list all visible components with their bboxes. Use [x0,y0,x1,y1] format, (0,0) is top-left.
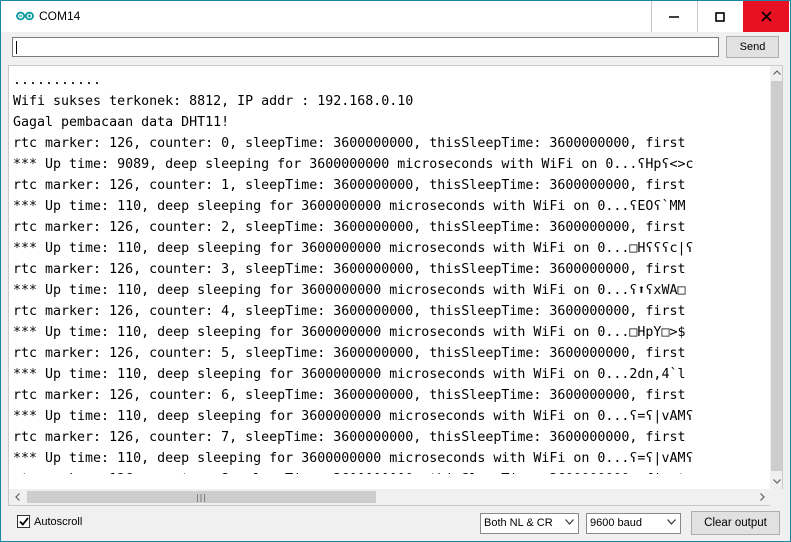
output-line: *** Up time: 9089, deep sleeping for 360… [13,157,694,172]
output-line: rtc marker: 126, counter: 0, sleepTime: … [13,136,686,151]
send-input[interactable] [12,37,719,57]
minimize-button[interactable] [651,1,697,32]
send-row: Send [1,32,790,64]
bottom-toolbar: Autoscroll Both NL & CR 9600 baud Clear … [1,507,790,541]
chevron-down-icon [667,519,676,525]
output-line: rtc marker: 126, counter: 7, sleepTime: … [13,430,686,445]
line-ending-value: Both NL & CR [484,517,553,529]
send-button[interactable]: Send [726,36,779,58]
autoscroll-label: Autoscroll [34,515,83,528]
autoscroll-checkbox[interactable] [17,515,30,528]
maximize-icon [715,11,725,22]
output-line: *** Up time: 110, deep sleeping for 3600… [13,409,694,424]
output-line: Gagal pembacaan data DHT11! [13,115,230,130]
scroll-up-icon[interactable] [770,66,782,79]
output-line: *** Up time: 110, deep sleeping for 3600… [13,451,694,466]
serial-output-text: ........... Wifi sukses terkonek: 8812, I… [13,70,768,474]
output-line: *** Up time: 110, deep sleeping for 3600… [13,367,686,382]
checkmark-icon [18,517,29,526]
output-line: Wifi sukses terkonek: 8812, IP addr : 19… [13,94,414,109]
vertical-scroll-thumb[interactable] [771,81,782,471]
arduino-logo-icon [16,11,34,21]
text-caret [16,41,17,54]
output-line: rtc marker: 126, counter: 5, sleepTime: … [13,346,686,361]
output-line: rtc marker: 126, counter: 3, sleepTime: … [13,262,686,277]
output-line: ........... [13,73,102,88]
title-bar: COM14 [1,1,790,32]
output-line: rtc marker: 126, counter: 8, sleepTime: … [13,469,768,474]
serial-monitor-window: COM14 Send ........... Wifi sukses terkon… [0,0,791,542]
chevron-down-icon [565,519,574,525]
autoscroll-toggle[interactable]: Autoscroll [17,515,82,528]
scroll-down-icon[interactable] [770,475,782,488]
baud-rate-select[interactable]: 9600 baud [586,513,681,534]
output-line: *** Up time: 110, deep sleeping for 3600… [13,283,686,298]
output-line: *** Up time: 110, deep sleeping for 3600… [13,241,694,256]
scroll-left-icon[interactable] [9,489,26,505]
output-line: rtc marker: 126, counter: 1, sleepTime: … [13,178,686,193]
maximize-button[interactable] [697,1,743,32]
horizontal-scroll-thumb[interactable]: ||| [27,491,376,503]
scroll-right-icon[interactable] [754,489,771,505]
minimize-icon [669,15,679,18]
close-icon [760,11,772,22]
output-line: rtc marker: 126, counter: 2, sleepTime: … [13,220,686,235]
clear-output-button[interactable]: Clear output [691,511,780,535]
baud-rate-value: 9600 baud [590,517,642,529]
grip-icon: ||| [195,492,208,502]
output-line: *** Up time: 110, deep sleeping for 3600… [13,325,686,340]
horizontal-scrollbar[interactable]: ||| [8,489,770,506]
serial-output-pane[interactable]: ........... Wifi sukses terkonek: 8812, I… [8,65,783,491]
vertical-scrollbar[interactable] [770,66,782,490]
scrollbar-corner [770,489,783,506]
output-line: *** Up time: 110, deep sleeping for 3600… [13,199,686,214]
line-ending-select[interactable]: Both NL & CR [480,513,579,534]
output-line: rtc marker: 126, counter: 4, sleepTime: … [13,304,686,319]
window-title: COM14 [39,9,81,23]
close-button[interactable] [743,1,789,32]
output-line: rtc marker: 126, counter: 6, sleepTime: … [13,388,686,403]
